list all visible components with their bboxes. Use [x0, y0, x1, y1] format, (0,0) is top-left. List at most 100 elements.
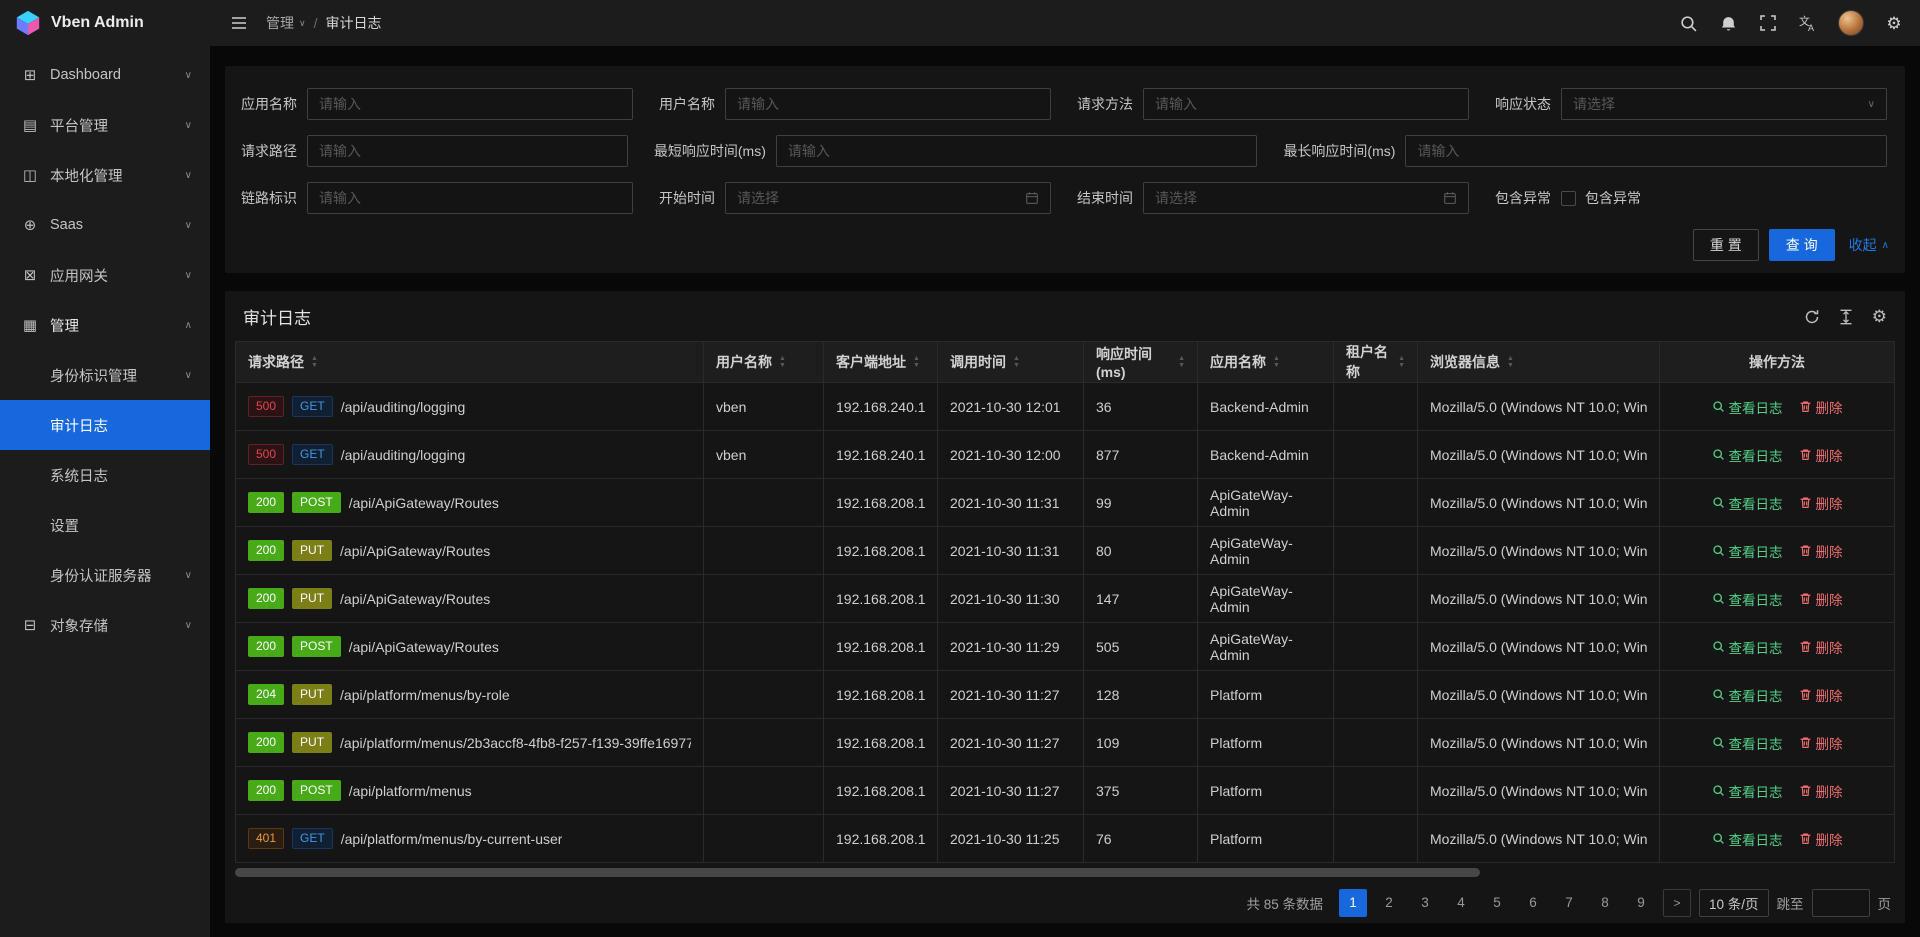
sort-carets-icon[interactable]: ▲▼ — [311, 355, 318, 369]
delete-button[interactable]: 删除 — [1799, 445, 1843, 465]
query-button[interactable]: 查 询 — [1769, 229, 1835, 261]
user-name-cell — [704, 527, 824, 575]
request-path-content: 500GET/api/auditing/logging — [248, 396, 691, 417]
view-log-button[interactable]: 查看日志 — [1712, 493, 1783, 513]
column-header-4[interactable]: 响应时间(ms)▲▼ — [1084, 342, 1198, 383]
request-path: /api/ApiGateway/Routes — [349, 495, 499, 511]
include-exception-checkbox[interactable] — [1561, 191, 1576, 206]
filter-label-max-response-time: 最长响应时间(ms) — [1283, 141, 1395, 161]
column-header-3[interactable]: 调用时间▲▼ — [938, 342, 1084, 383]
delete-button[interactable]: 删除 — [1799, 397, 1843, 417]
column-header-2[interactable]: 客户端地址▲▼ — [824, 342, 938, 383]
view-log-button[interactable]: 查看日志 — [1712, 397, 1783, 417]
page-button-2[interactable]: 2 — [1375, 889, 1403, 917]
response-time-cell: 80 — [1084, 527, 1198, 575]
sort-carets-icon[interactable]: ▲▼ — [779, 355, 786, 369]
sidebar-item-identity-management[interactable]: 身份标识管理∨ — [0, 350, 210, 400]
sort-carets-icon[interactable]: ▲▼ — [1178, 355, 1185, 369]
page-button-5[interactable]: 5 — [1483, 889, 1511, 917]
view-log-button[interactable]: 查看日志 — [1712, 733, 1783, 753]
page-button-1[interactable]: 1 — [1339, 889, 1367, 917]
sidebar-item-management[interactable]: ▦管理∧ — [0, 300, 210, 350]
sidebar-item-gateway[interactable]: ⊠应用网关∨ — [0, 250, 210, 300]
min-response-time-input[interactable] — [776, 135, 1258, 167]
request-method-input[interactable] — [1143, 88, 1469, 120]
user-avatar[interactable] — [1838, 10, 1864, 36]
trace-id-input[interactable] — [307, 182, 633, 214]
delete-button[interactable]: 删除 — [1799, 733, 1843, 753]
delete-button[interactable]: 删除 — [1799, 541, 1843, 561]
response-status-select[interactable]: 请选择∨ — [1561, 88, 1887, 120]
bell-icon[interactable] — [1718, 13, 1738, 33]
sidebar-item-settings[interactable]: 设置 — [0, 500, 210, 550]
fullscreen-icon[interactable] — [1758, 13, 1778, 33]
start-time-date-input[interactable]: 请选择 — [725, 182, 1051, 214]
view-log-button[interactable]: 查看日志 — [1712, 445, 1783, 465]
sort-carets-icon[interactable]: ▲▼ — [1273, 355, 1280, 369]
column-header-7[interactable]: 浏览器信息▲▼ — [1418, 342, 1660, 383]
delete-button[interactable]: 删除 — [1799, 589, 1843, 609]
column-header-6[interactable]: 租户名称▲▼ — [1334, 342, 1418, 383]
view-log-button[interactable]: 查看日志 — [1712, 541, 1783, 561]
browser-info-cell: Mozilla/5.0 (Windows NT 10.0; Win — [1418, 383, 1660, 431]
collapse-link[interactable]: 收起 ∧ — [1849, 235, 1889, 255]
delete-button[interactable]: 删除 — [1799, 781, 1843, 801]
refresh-icon[interactable] — [1804, 309, 1820, 325]
jump-suffix: 页 — [1878, 893, 1892, 913]
page-button-7[interactable]: 7 — [1555, 889, 1583, 917]
column-settings-icon[interactable]: ⚙ — [1872, 308, 1887, 325]
row-height-icon[interactable] — [1838, 309, 1854, 325]
column-header-0[interactable]: 请求路径▲▼ — [236, 342, 704, 383]
view-log-button[interactable]: 查看日志 — [1712, 829, 1783, 849]
column-header-5[interactable]: 应用名称▲▼ — [1198, 342, 1334, 383]
sidebar-item-localization[interactable]: ◫本地化管理∨ — [0, 150, 210, 200]
delete-button[interactable]: 删除 — [1799, 685, 1843, 705]
column-header-content: 操作方法 — [1672, 352, 1882, 372]
page-button-4[interactable]: 4 — [1447, 889, 1475, 917]
reset-button[interactable]: 重 置 — [1693, 229, 1759, 261]
method-badge: POST — [292, 780, 341, 801]
search-icon[interactable] — [1678, 13, 1698, 33]
max-response-time-input[interactable] — [1405, 135, 1887, 167]
sort-carets-icon[interactable]: ▲▼ — [1013, 355, 1020, 369]
page-button-8[interactable]: 8 — [1591, 889, 1619, 917]
sidebar-item-saas[interactable]: ⊕Saas∨ — [0, 200, 210, 250]
view-log-button[interactable]: 查看日志 — [1712, 685, 1783, 705]
view-log-button[interactable]: 查看日志 — [1712, 637, 1783, 657]
breadcrumb-parent[interactable]: 管理 ∨ — [266, 13, 306, 33]
page-button-9[interactable]: 9 — [1627, 889, 1655, 917]
app-name-input[interactable] — [307, 88, 633, 120]
settings-gear-icon[interactable]: ⚙ — [1884, 13, 1904, 33]
delete-button[interactable]: 删除 — [1799, 829, 1843, 849]
sidebar-item-system-log[interactable]: 系统日志 — [0, 450, 210, 500]
column-header-1[interactable]: 用户名称▲▼ — [704, 342, 824, 383]
jump-page-input[interactable] — [1812, 889, 1870, 917]
logo-row[interactable]: Vben Admin — [0, 0, 210, 46]
sort-carets-icon[interactable]: ▲▼ — [913, 355, 920, 369]
horizontal-scrollbar[interactable] — [235, 868, 1480, 877]
menu-collapse-icon[interactable] — [226, 10, 252, 36]
sidebar-item-audit-log[interactable]: 审计日志 — [0, 400, 210, 450]
sidebar-item-dashboard[interactable]: ⊞Dashboard∨ — [0, 50, 210, 100]
management-icon: ▦ — [20, 316, 40, 334]
page-button-6[interactable]: 6 — [1519, 889, 1547, 917]
next-page-button[interactable]: > — [1663, 889, 1691, 917]
page-button-3[interactable]: 3 — [1411, 889, 1439, 917]
request-path-input[interactable] — [307, 135, 628, 167]
sort-carets-icon[interactable]: ▲▼ — [1398, 355, 1405, 369]
select-placeholder: 请选择 — [1573, 94, 1615, 114]
sidebar-item-auth-server[interactable]: 身份认证服务器∨ — [0, 550, 210, 600]
view-log-button[interactable]: 查看日志 — [1712, 781, 1783, 801]
sidebar-item-object-storage[interactable]: ⊟对象存储∨ — [0, 600, 210, 650]
user-name-input[interactable] — [725, 88, 1051, 120]
end-time-date-input[interactable]: 请选择 — [1143, 182, 1469, 214]
sidebar-item-platform[interactable]: ▤平台管理∨ — [0, 100, 210, 150]
translate-icon[interactable]: 文A — [1798, 13, 1818, 33]
sort-carets-icon[interactable]: ▲▼ — [1507, 355, 1514, 369]
view-log-icon — [1712, 736, 1725, 749]
delete-button[interactable]: 删除 — [1799, 637, 1843, 657]
page-size-select[interactable]: 10 条/页 — [1699, 889, 1769, 917]
chevron-down-icon: ∨ — [179, 220, 192, 231]
delete-button[interactable]: 删除 — [1799, 493, 1843, 513]
view-log-button[interactable]: 查看日志 — [1712, 589, 1783, 609]
